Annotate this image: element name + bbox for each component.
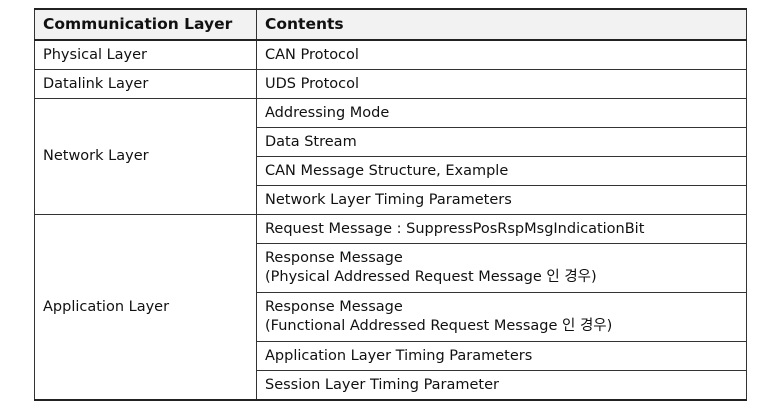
content-cell: UDS Protocol bbox=[256, 69, 747, 99]
table-row: Datalink Layer UDS Protocol bbox=[34, 69, 747, 99]
content-line: Response Message bbox=[265, 299, 403, 315]
layer-cell-datalink: Datalink Layer bbox=[34, 69, 257, 99]
content-cell: Addressing Mode bbox=[256, 98, 747, 128]
content-cell: CAN Protocol bbox=[256, 39, 747, 70]
content-cell: Session Layer Timing Parameter bbox=[256, 370, 747, 401]
table-row: Application Layer Request Message : Supp… bbox=[34, 214, 747, 401]
layer-cell-application: Application Layer bbox=[34, 214, 257, 401]
layer-cell-physical: Physical Layer bbox=[34, 39, 257, 70]
content-cell: Request Message : SuppressPosRspMsgIndic… bbox=[256, 214, 747, 244]
communication-layer-table: Communication Layer Contents Physical La… bbox=[34, 8, 747, 401]
header-contents: Contents bbox=[256, 8, 747, 41]
content-line: (Physical Addressed Request Message 인 경우… bbox=[265, 269, 597, 285]
table-row: Physical Layer CAN Protocol bbox=[34, 39, 747, 70]
table-row: Network Layer Addressing Mode bbox=[34, 98, 747, 215]
content-cell: CAN Message Structure, Example bbox=[256, 156, 747, 186]
content-cell-multiline: Response Message (Functional Addressed R… bbox=[256, 292, 747, 342]
layer-table-container: Communication Layer Contents Physical La… bbox=[34, 8, 747, 401]
content-cell: Network Layer Timing Parameters bbox=[256, 185, 747, 215]
header-communication-layer: Communication Layer bbox=[34, 8, 257, 41]
layer-cell-network: Network Layer bbox=[34, 98, 257, 215]
content-line: (Functional Addressed Request Message 인 … bbox=[265, 318, 613, 334]
table-header-row: Communication Layer Contents bbox=[34, 8, 747, 41]
content-cell: Data Stream bbox=[256, 127, 747, 157]
content-line: Response Message bbox=[265, 250, 403, 266]
content-cell: Application Layer Timing Parameters bbox=[256, 341, 747, 371]
content-cell-multiline: Response Message (Physical Addressed Req… bbox=[256, 243, 747, 293]
